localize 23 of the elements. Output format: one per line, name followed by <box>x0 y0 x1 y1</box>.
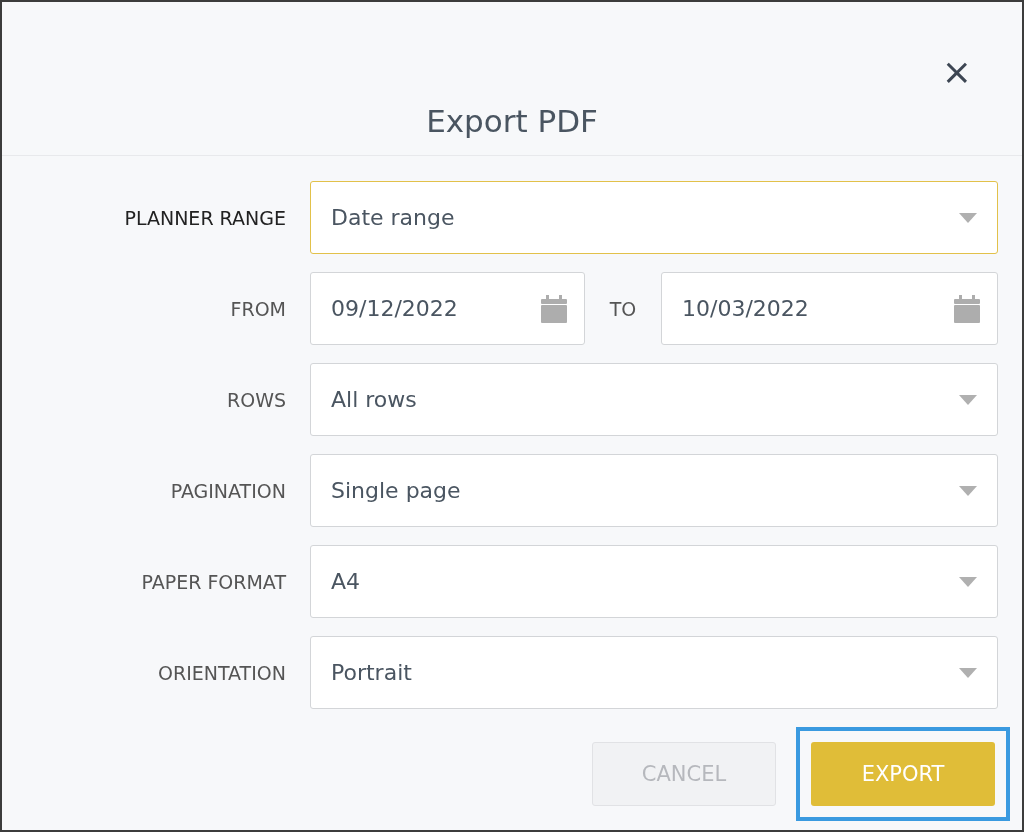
dropdown-field[interactable]: Portrait <box>310 636 998 709</box>
caret-icon <box>959 394 977 405</box>
date-field[interactable]: 09/12/2022 <box>310 272 585 345</box>
field-label: ROWS <box>226 388 287 411</box>
calendar-icon <box>954 294 980 323</box>
date-field[interactable]: 10/03/2022 <box>661 272 998 345</box>
caret-icon <box>959 212 977 223</box>
close-button[interactable]: × <box>935 54 978 90</box>
field-label: PAPER FORMAT <box>140 570 288 593</box>
field-label: FROM <box>229 297 287 320</box>
dropdown-field[interactable]: Single page <box>310 454 998 527</box>
field-label: TO <box>608 297 638 320</box>
field-label: PLANNER RANGE <box>123 206 287 229</box>
dropdown-field[interactable]: Date range <box>310 181 998 254</box>
calendar-icon <box>541 294 567 323</box>
caret-icon <box>959 576 977 587</box>
dialog-title: Export PDF <box>425 103 599 139</box>
caret-icon <box>959 667 977 678</box>
dropdown-field[interactable]: A4 <box>310 545 998 618</box>
field-label: ORIENTATION <box>157 661 287 684</box>
dropdown-field[interactable]: All rows <box>310 363 998 436</box>
field-label: PAGINATION <box>169 479 287 502</box>
caret-icon <box>959 485 977 496</box>
